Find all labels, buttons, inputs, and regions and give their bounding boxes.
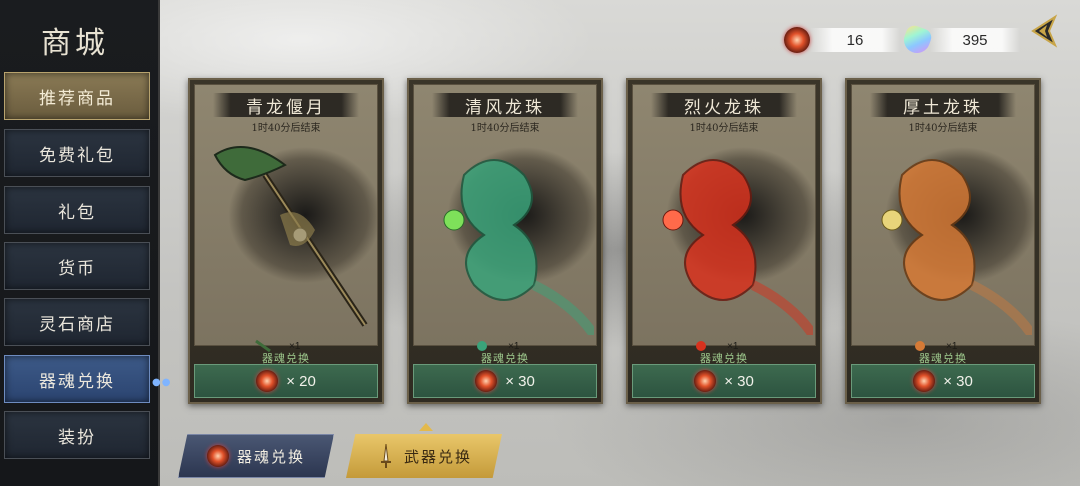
- sidebar-item-recommended[interactable]: 推荐商品: [4, 72, 150, 120]
- card-artwork-panel: 厚土龙珠 1时40分后结束 ×1: [851, 84, 1035, 352]
- card-artwork-panel: 青龙偃月 1时40分后结束 ×1: [194, 84, 378, 353]
- card-artwork-panel: 烈火龙珠 1时40分后结束 ×1: [632, 84, 816, 352]
- crystal-icon: [900, 23, 934, 57]
- buy-button[interactable]: × 30: [632, 364, 816, 398]
- tab-weapon-exchange-label: 武器兑换: [403, 447, 472, 466]
- card-timer: 1时40分后结束: [470, 123, 540, 134]
- shop-title: 商城: [41, 26, 109, 61]
- tab-selected-indicator: [419, 423, 433, 431]
- buy-button[interactable]: × 30: [851, 364, 1035, 398]
- shop-sidebar: 商城 推荐商品 免费礼包 礼包 货币 灵石商店 器魂兑换 装扮 ●●: [0, 0, 170, 486]
- blade-icon: [213, 146, 368, 327]
- card-title-bar: 清风龙珠: [432, 93, 578, 118]
- sidebar-item-packs[interactable]: 礼包: [4, 186, 150, 234]
- card-title: 厚土龙珠: [903, 97, 983, 118]
- sidebar-item-spirit-stone-shop[interactable]: 灵石商店: [4, 298, 150, 346]
- card-timer: 1时40分后结束: [908, 123, 978, 134]
- card-timer: 1时40分后结束: [689, 123, 759, 134]
- card-title-bar: 厚土龙珠: [870, 93, 1016, 118]
- soul-coin-icon: [913, 370, 936, 392]
- card-title: 清风龙珠: [465, 97, 545, 118]
- sidebar-item-currency[interactable]: 货币: [4, 242, 150, 290]
- crystal-value: 395: [930, 28, 1020, 52]
- sidebar-item-costume[interactable]: 装扮: [4, 411, 150, 459]
- soul-coin-icon: [784, 27, 810, 53]
- card-timer: 1时40分后结束: [251, 123, 321, 134]
- soul-coin-value: 16: [810, 28, 900, 52]
- soul-coin-icon: [475, 370, 498, 392]
- shop-card-liehuo[interactable]: 烈火龙珠 1时40分后结束 ×1 器魂兑换 × 30: [626, 78, 822, 404]
- price-value: × 30: [943, 372, 973, 390]
- price-value: × 30: [724, 372, 754, 390]
- card-artwork-panel: 清风龙珠 1时40分后结束 ×1: [413, 84, 597, 352]
- soul-coin-icon: [694, 370, 717, 392]
- back-arrow-icon: [1031, 14, 1058, 48]
- active-indicator-dots: ●●: [152, 377, 172, 388]
- sword-icon: [380, 443, 391, 468]
- dragon-orb-icon: [881, 159, 1032, 335]
- card-title: 烈火龙珠: [684, 97, 764, 118]
- shop-card-qinglong[interactable]: 青龙偃月 1时40分后结束 ×1 器魂兑换 × 20: [188, 78, 384, 404]
- soul-coin-icon: [206, 445, 229, 467]
- tab-soul-exchange[interactable]: 器魂兑换: [178, 434, 334, 478]
- shop-card-houtu[interactable]: 厚土龙珠 1时40分后结束 ×1 器魂兑换 × 30: [845, 78, 1041, 404]
- soul-coin-icon: [256, 370, 279, 392]
- sidebar-item-soul-exchange[interactable]: 器魂兑换: [4, 355, 150, 403]
- dragon-orb-icon: [443, 159, 594, 335]
- shop-card-qingfeng[interactable]: 清风龙珠 1时40分后结束 ×1 器魂兑换 × 30: [407, 78, 603, 404]
- back-button[interactable]: [1024, 12, 1062, 50]
- card-title: 青龙偃月: [246, 97, 326, 118]
- sidebar-item-free-packs[interactable]: 免费礼包: [4, 129, 150, 177]
- dragon-orb-icon: [662, 159, 813, 335]
- card-title-bar: 青龙偃月: [213, 93, 359, 118]
- buy-button[interactable]: × 20: [194, 364, 378, 398]
- soul-coin-balance[interactable]: 16: [784, 26, 900, 54]
- crystal-balance[interactable]: 395: [900, 23, 1020, 57]
- tab-weapon-exchange[interactable]: 武器兑换: [346, 434, 502, 478]
- card-title-bar: 烈火龙珠: [651, 93, 797, 118]
- price-value: × 20: [286, 372, 316, 390]
- tab-soul-exchange-label: 器魂兑换: [236, 447, 305, 466]
- price-value: × 30: [505, 372, 535, 390]
- buy-button[interactable]: × 30: [413, 364, 597, 398]
